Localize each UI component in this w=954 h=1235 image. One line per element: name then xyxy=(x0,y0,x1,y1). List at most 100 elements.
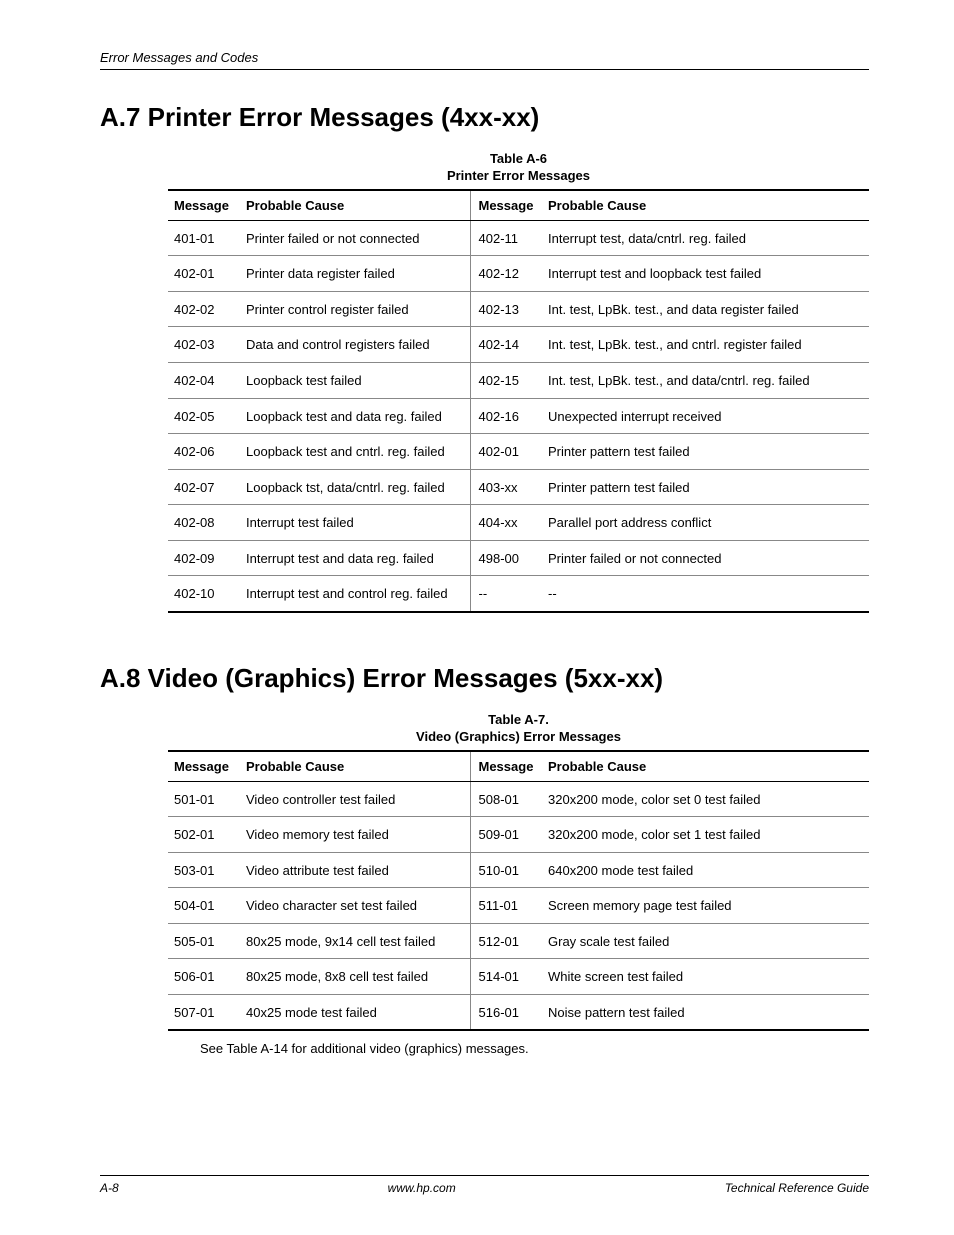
probable-cause: Gray scale test failed xyxy=(542,923,869,959)
probable-cause: Loopback test and data reg. failed xyxy=(240,398,470,434)
section-heading-a8: A.8 Video (Graphics) Error Messages (5xx… xyxy=(100,663,869,694)
table-a7-caption: Table A-7. Video (Graphics) Error Messag… xyxy=(168,712,869,746)
page-footer: A-8 www.hp.com Technical Reference Guide xyxy=(100,1175,869,1195)
probable-cause: 640x200 mode test failed xyxy=(542,852,869,888)
table-row: 502-01Video memory test failed509-01320x… xyxy=(168,817,869,853)
message-code: 402-01 xyxy=(168,256,240,292)
table-a6-wrap: Table A-6 Printer Error Messages Message… xyxy=(168,151,869,613)
table-row: 401-01Printer failed or not connected402… xyxy=(168,220,869,256)
table-a7-wrap: Table A-7. Video (Graphics) Error Messag… xyxy=(168,712,869,1032)
probable-cause: Printer data register failed xyxy=(240,256,470,292)
message-code: 402-15 xyxy=(470,362,542,398)
probable-cause: White screen test failed xyxy=(542,959,869,995)
message-code: 511-01 xyxy=(470,888,542,924)
probable-cause: Printer failed or not connected xyxy=(240,220,470,256)
col-header-cause: Probable Cause xyxy=(240,751,470,782)
section-heading-a7: A.7 Printer Error Messages (4xx-xx) xyxy=(100,102,869,133)
col-header-cause: Probable Cause xyxy=(240,190,470,221)
table-row: 402-08Interrupt test failed404-xxParalle… xyxy=(168,505,869,541)
probable-cause: 40x25 mode test failed xyxy=(240,994,470,1030)
table-a7-title: Video (Graphics) Error Messages xyxy=(416,729,621,744)
message-code: 402-12 xyxy=(470,256,542,292)
message-code: 402-03 xyxy=(168,327,240,363)
message-code: 402-04 xyxy=(168,362,240,398)
message-code: 401-01 xyxy=(168,220,240,256)
message-code: 402-13 xyxy=(470,291,542,327)
table-row: 505-0180x25 mode, 9x14 cell test failed5… xyxy=(168,923,869,959)
page-header: Error Messages and Codes xyxy=(100,50,869,70)
message-code: 510-01 xyxy=(470,852,542,888)
col-header-message: Message xyxy=(470,190,542,221)
footer-page-number: A-8 xyxy=(100,1181,119,1195)
table-header-row: Message Probable Cause Message Probable … xyxy=(168,190,869,221)
table-row: 402-05Loopback test and data reg. failed… xyxy=(168,398,869,434)
table-row: 504-01Video character set test failed511… xyxy=(168,888,869,924)
message-code: -- xyxy=(470,576,542,612)
table-row: 503-01Video attribute test failed510-016… xyxy=(168,852,869,888)
message-code: 505-01 xyxy=(168,923,240,959)
probable-cause: Video attribute test failed xyxy=(240,852,470,888)
probable-cause: Noise pattern test failed xyxy=(542,994,869,1030)
message-code: 506-01 xyxy=(168,959,240,995)
table-a7-number: Table A-7. xyxy=(488,712,549,727)
footer-url: www.hp.com xyxy=(388,1181,456,1195)
probable-cause: Interrupt test and data reg. failed xyxy=(240,540,470,576)
message-code: 504-01 xyxy=(168,888,240,924)
table-a6-caption: Table A-6 Printer Error Messages xyxy=(168,151,869,185)
message-code: 402-11 xyxy=(470,220,542,256)
probable-cause: Interrupt test and control reg. failed xyxy=(240,576,470,612)
probable-cause: Video controller test failed xyxy=(240,781,470,817)
probable-cause: Data and control registers failed xyxy=(240,327,470,363)
probable-cause: Screen memory page test failed xyxy=(542,888,869,924)
probable-cause: Loopback tst, data/cntrl. reg. failed xyxy=(240,469,470,505)
message-code: 503-01 xyxy=(168,852,240,888)
table-row: 402-03Data and control registers failed4… xyxy=(168,327,869,363)
message-code: 509-01 xyxy=(470,817,542,853)
table-row: 402-02Printer control register failed402… xyxy=(168,291,869,327)
message-code: 402-14 xyxy=(470,327,542,363)
probable-cause: 320x200 mode, color set 0 test failed xyxy=(542,781,869,817)
message-code: 516-01 xyxy=(470,994,542,1030)
table-row: 402-09Interrupt test and data reg. faile… xyxy=(168,540,869,576)
table-header-row: Message Probable Cause Message Probable … xyxy=(168,751,869,782)
probable-cause: Interrupt test failed xyxy=(240,505,470,541)
table-a6-number: Table A-6 xyxy=(490,151,547,166)
message-code: 403-xx xyxy=(470,469,542,505)
table-row: 402-06Loopback test and cntrl. reg. fail… xyxy=(168,434,869,470)
col-header-cause: Probable Cause xyxy=(542,190,869,221)
breadcrumb: Error Messages and Codes xyxy=(100,50,258,65)
probable-cause: Printer failed or not connected xyxy=(542,540,869,576)
table-row: 402-07Loopback tst, data/cntrl. reg. fai… xyxy=(168,469,869,505)
probable-cause: 320x200 mode, color set 1 test failed xyxy=(542,817,869,853)
col-header-message: Message xyxy=(168,751,240,782)
message-code: 402-16 xyxy=(470,398,542,434)
message-code: 402-07 xyxy=(168,469,240,505)
message-code: 514-01 xyxy=(470,959,542,995)
message-code: 498-00 xyxy=(470,540,542,576)
probable-cause: Interrupt test and loopback test failed xyxy=(542,256,869,292)
message-code: 502-01 xyxy=(168,817,240,853)
probable-cause: Video memory test failed xyxy=(240,817,470,853)
probable-cause: Loopback test and cntrl. reg. failed xyxy=(240,434,470,470)
probable-cause: Video character set test failed xyxy=(240,888,470,924)
message-code: 402-01 xyxy=(470,434,542,470)
table-a6-title: Printer Error Messages xyxy=(447,168,590,183)
footer-doc-title: Technical Reference Guide xyxy=(725,1181,869,1195)
probable-cause: Int. test, LpBk. test., and cntrl. regis… xyxy=(542,327,869,363)
message-code: 508-01 xyxy=(470,781,542,817)
message-code: 512-01 xyxy=(470,923,542,959)
probable-cause: Unexpected interrupt received xyxy=(542,398,869,434)
probable-cause: Printer pattern test failed xyxy=(542,469,869,505)
table-a6: Message Probable Cause Message Probable … xyxy=(168,189,869,613)
message-code: 402-05 xyxy=(168,398,240,434)
message-code: 507-01 xyxy=(168,994,240,1030)
message-code: 501-01 xyxy=(168,781,240,817)
message-code: 402-08 xyxy=(168,505,240,541)
probable-cause: Int. test, LpBk. test., and data/cntrl. … xyxy=(542,362,869,398)
probable-cause: Printer control register failed xyxy=(240,291,470,327)
col-header-cause: Probable Cause xyxy=(542,751,869,782)
probable-cause: 80x25 mode, 8x8 cell test failed xyxy=(240,959,470,995)
probable-cause: 80x25 mode, 9x14 cell test failed xyxy=(240,923,470,959)
col-header-message: Message xyxy=(470,751,542,782)
probable-cause: Loopback test failed xyxy=(240,362,470,398)
